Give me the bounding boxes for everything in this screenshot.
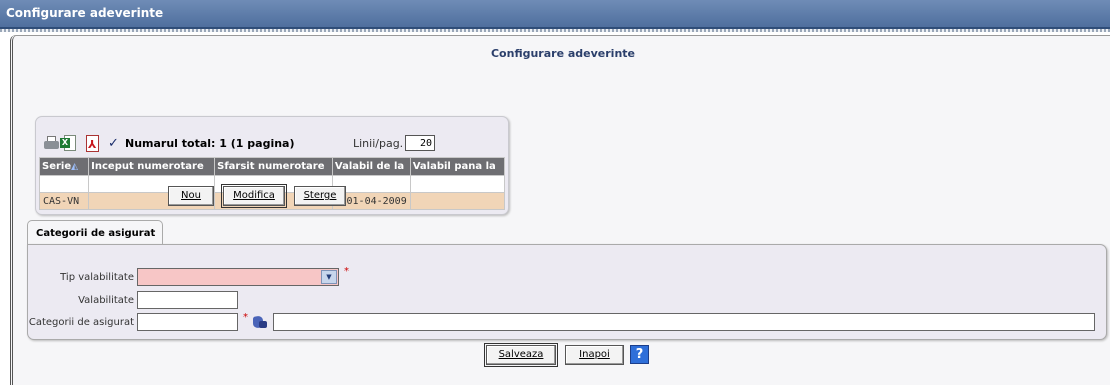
cell-serie[interactable]: CAS-VN [38, 192, 90, 210]
form-frame: Configurare adeverinte X ⅄ ✓ Numarul tot… [10, 35, 1110, 385]
tab-categorii-de-asigurat[interactable]: Categorii de asigurat [27, 220, 163, 244]
lookup-icon[interactable] [251, 314, 267, 330]
chevron-down-icon[interactable]: ▼ [321, 270, 337, 284]
new-button[interactable]: Nou [168, 186, 214, 206]
grid-toolbar: X ⅄ ✓ Numarul total: 1 (1 pagina) Linii/… [43, 135, 503, 155]
categorii-description-input[interactable] [273, 313, 1095, 331]
categorii-code-input[interactable] [137, 313, 238, 331]
required-marker: * [243, 312, 248, 323]
column-header-sfarsit[interactable]: Sfarsit numerotare [214, 157, 333, 176]
cell-valabil-pana-la[interactable] [409, 192, 506, 210]
edit-button[interactable]: Modifica [221, 184, 287, 208]
form-title: Configurare adeverinte [490, 47, 635, 60]
valabilitate-label: Valabilitate [78, 295, 134, 306]
excel-export-icon[interactable]: X [60, 135, 77, 152]
categorii-label: Categorii de asigurat [28, 317, 134, 328]
delete-button[interactable]: Sterge [294, 186, 346, 206]
print-icon[interactable] [43, 135, 60, 152]
checkmark-icon[interactable]: ✓ [108, 136, 125, 153]
help-icon[interactable]: ? [630, 345, 649, 364]
column-header-inceput[interactable]: Inceput numerotare [88, 157, 216, 176]
tip-valabilitate-label: Tip valabilitate [60, 272, 134, 283]
lines-per-page-input[interactable] [405, 135, 435, 151]
title-separator [0, 29, 1110, 32]
column-header-valabil-pana-la[interactable]: Valabil pana la [409, 157, 506, 176]
table-header-row: Serie◭ Inceput numerotare Sfarsit numero… [38, 157, 506, 176]
valabilitate-input[interactable] [137, 291, 238, 309]
window-title: Configurare adeverinte [0, 0, 1110, 29]
pdf-export-icon[interactable]: ⅄ [84, 135, 101, 152]
required-marker: * [344, 266, 349, 277]
lines-per-page-label: Linii/pag. [353, 137, 404, 150]
back-button[interactable]: Inapoi [565, 345, 624, 365]
tip-valabilitate-select[interactable]: ▼ [137, 268, 339, 286]
column-header-serie[interactable]: Serie◭ [38, 157, 90, 176]
sort-asc-icon[interactable]: ◭ [71, 162, 78, 172]
column-header-valabil-de-la[interactable]: Valabil de la [331, 157, 411, 176]
tab-panel: Tip valabilitate ▼ * Valabilitate Catego… [27, 244, 1107, 340]
total-count: Numarul total: 1 (1 pagina) [125, 137, 295, 150]
save-button[interactable]: Salveaza [484, 343, 558, 367]
